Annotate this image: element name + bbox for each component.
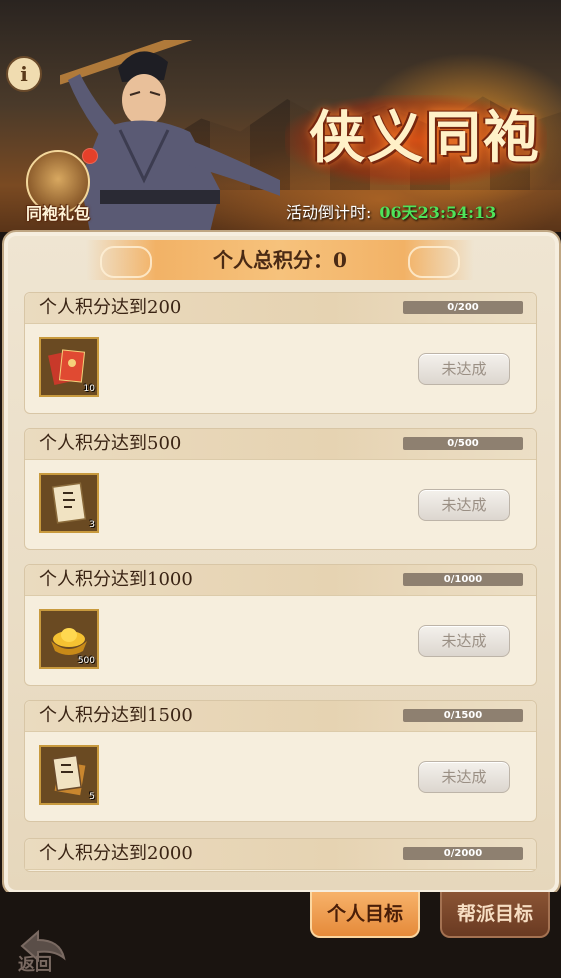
- scroll-note-icon: [51, 482, 87, 524]
- goal-progress-bar: 0/500: [403, 437, 523, 450]
- not-achieved-button[interactable]: 未达成: [418, 489, 510, 521]
- scroll-bundle-icon: [52, 754, 86, 796]
- goal-card: 个人积分达到1500 0/1500 5 未达成: [24, 700, 537, 822]
- item-quantity: 10: [83, 384, 95, 394]
- gift-pack-label: 同袍礼包: [25, 204, 90, 223]
- not-achieved-button[interactable]: 未达成: [418, 625, 510, 657]
- tab-guild-goals[interactable]: 帮派目标: [440, 892, 550, 938]
- goal-title: 个人积分达到2000: [39, 843, 193, 864]
- not-achieved-button[interactable]: 未达成: [418, 353, 510, 385]
- info-button[interactable]: i: [6, 56, 42, 92]
- goal-title: 个人积分达到200: [39, 297, 182, 318]
- progress-text: 0/200: [447, 302, 479, 313]
- goal-card: 个人积分达到1000 0/1000 500 未达成: [24, 564, 537, 686]
- item-quantity: 3: [89, 520, 95, 530]
- reward-item-slot[interactable]: 5: [39, 745, 99, 805]
- goal-progress-bar: 0/1500: [403, 709, 523, 722]
- goal-progress-bar: 0/2000: [403, 847, 523, 860]
- gold-ingot-icon: [51, 628, 87, 655]
- red-envelope-bundle-icon: [48, 349, 86, 385]
- back-button-label[interactable]: 返回: [18, 950, 52, 975]
- goal-card: 个人积分达到500 0/500 3 未达成: [24, 428, 537, 550]
- goal-progress-bar: 0/1000: [403, 573, 523, 586]
- countdown-label: 活动倒计时:: [286, 203, 372, 222]
- progress-text: 0/1500: [443, 710, 483, 721]
- item-quantity: 500: [77, 656, 95, 666]
- countdown-time: 06天23:54:13: [379, 203, 497, 222]
- event-countdown: 活动倒计时: 06天23:54:13: [286, 199, 496, 223]
- progress-text: 0/500: [447, 438, 479, 449]
- total-score-label: 个人总积分：0: [213, 248, 347, 272]
- item-quantity: 5: [89, 792, 95, 802]
- goal-progress-bar: 0/200: [403, 301, 523, 314]
- goal-title: 个人积分达到1500: [39, 705, 193, 726]
- event-banner: i 同袍礼包 侠义同袍 活动倒计时: 06天23:54:13: [0, 0, 561, 232]
- progress-text: 0/1000: [443, 574, 483, 585]
- not-achieved-button[interactable]: 未达成: [418, 761, 510, 793]
- gift-pack-button[interactable]: 同袍礼包: [18, 148, 98, 230]
- reward-item-slot[interactable]: 3: [39, 473, 99, 533]
- event-title: 侠义同袍: [309, 105, 541, 171]
- goal-card: 个人积分达到200 0/200 10 未达成: [24, 292, 537, 414]
- reward-item-slot[interactable]: 10: [39, 337, 99, 397]
- goal-title: 个人积分达到1000: [39, 569, 193, 590]
- tab-personal-goals[interactable]: 个人目标: [310, 892, 420, 938]
- goal-card: 个人积分达到2000 0/2000: [24, 838, 537, 872]
- goal-title: 个人积分达到500: [39, 433, 182, 454]
- progress-text: 0/2000: [443, 848, 483, 859]
- reward-item-slot[interactable]: 500: [39, 609, 99, 669]
- notification-dot: [82, 148, 98, 164]
